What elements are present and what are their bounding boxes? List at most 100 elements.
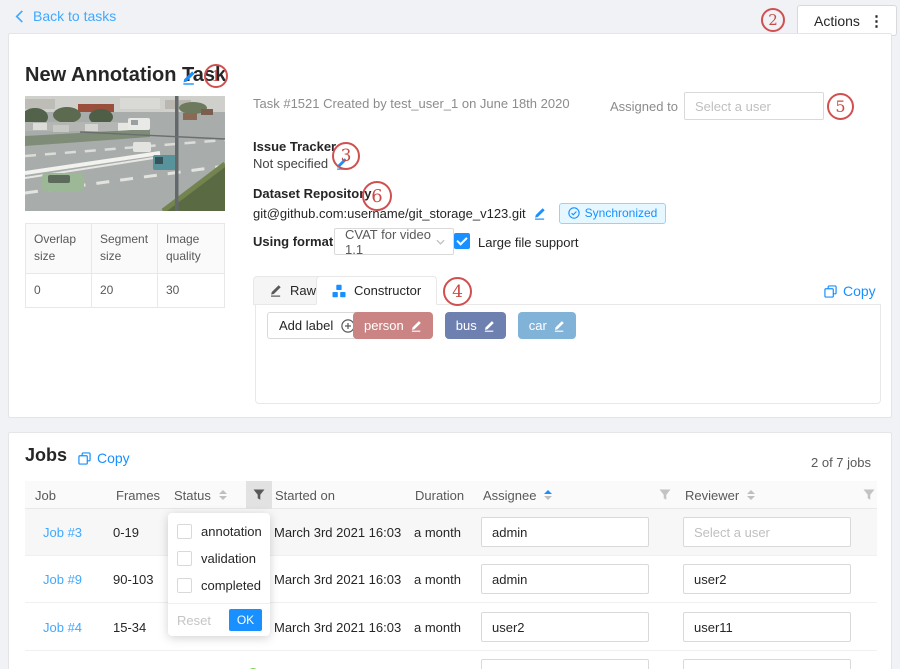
back-to-tasks-link[interactable]: Back to tasks <box>14 8 116 24</box>
filter-option-completed[interactable]: completed <box>168 572 270 599</box>
assigned-to-input[interactable] <box>684 92 824 120</box>
filter-option-label: completed <box>201 578 261 593</box>
dataset-repository-url: git@github.com:username/git_storage_v123… <box>253 206 526 221</box>
checkbox-unchecked[interactable] <box>177 551 192 566</box>
label-chip-person-text: person <box>364 318 404 333</box>
label-chip-bus[interactable]: bus <box>445 312 506 339</box>
jobs-card: Jobs Copy 2 of 7 jobs Job Frames Status … <box>8 432 892 669</box>
job-link[interactable]: Job #3 <box>43 509 82 556</box>
check-circle-icon <box>568 207 580 219</box>
assignee-input[interactable] <box>481 659 649 669</box>
assignee-input[interactable] <box>481 517 649 547</box>
reviewer-input[interactable] <box>683 612 851 642</box>
edit-label-icon[interactable] <box>553 320 565 332</box>
copy-labels-button[interactable]: Copy <box>824 283 876 299</box>
job-link[interactable]: Job #8 <box>43 651 82 669</box>
duration-cell: a month <box>414 604 461 651</box>
edit-label-icon[interactable] <box>410 320 422 332</box>
sync-status-text: Synchronized <box>585 206 658 220</box>
format-select-value: CVAT for video 1.1 <box>345 227 436 257</box>
task-preview-image <box>25 96 225 211</box>
edit-repository-icon[interactable] <box>533 207 546 220</box>
large-file-checkbox[interactable] <box>454 233 470 249</box>
kebab-menu-icon: ⋮ <box>869 12 884 30</box>
label-chip-bus-text: bus <box>456 318 477 333</box>
label-chip-person[interactable]: person <box>353 312 433 339</box>
edit-task-name-icon[interactable] <box>181 70 196 85</box>
frames-cell: 0-19 <box>113 509 139 556</box>
jobs-count: 2 of 7 jobs <box>811 455 871 470</box>
sort-icon <box>747 490 755 500</box>
table-row-job8: Job #8 75-94 completed March 3rd 2021 16… <box>25 651 877 669</box>
filter-reset-button[interactable]: Reset <box>177 613 211 628</box>
label-chip-car-text: car <box>529 318 547 333</box>
column-frames: Frames <box>116 481 160 509</box>
assigned-to-label: Assigned to <box>610 99 678 114</box>
filter-option-annotation[interactable]: annotation <box>168 518 270 545</box>
actions-button[interactable]: Actions ⋮ <box>797 5 897 36</box>
label-chip-car[interactable]: car <box>518 312 576 339</box>
edit-label-icon[interactable] <box>483 320 495 332</box>
frames-cell: 15-34 <box>113 604 146 651</box>
sort-icon-active <box>544 490 552 500</box>
copy-jobs-label: Copy <box>97 450 130 466</box>
started-cell: March 3rd 2021 16:03 <box>274 556 401 603</box>
annotation-marker-4: 4 <box>443 277 472 306</box>
reviewer-filter-icon[interactable] <box>863 481 875 509</box>
assignee-filter-icon[interactable] <box>659 481 671 509</box>
label-chips: person bus car <box>353 312 576 339</box>
reviewer-input[interactable] <box>683 659 851 669</box>
checkbox-unchecked[interactable] <box>177 524 192 539</box>
filter-ok-button[interactable]: OK <box>229 609 262 631</box>
started-cell: March 3rd 2021 16:03 <box>274 509 401 556</box>
large-file-label: Large file support <box>478 235 578 250</box>
tab-constructor-label: Constructor <box>354 283 421 298</box>
started-cell: March 3rd 2021 16:03 <box>274 651 401 669</box>
duration-cell: a month <box>414 556 461 603</box>
reviewer-input[interactable] <box>683 517 851 547</box>
chevron-down-icon <box>436 239 445 245</box>
frames-cell: 75-94 <box>113 651 146 669</box>
duration-cell: a month <box>414 509 461 556</box>
column-status[interactable]: Status <box>174 481 227 509</box>
labels-constructor-box: Add label person bus <box>255 304 881 404</box>
cvat-task-page: Back to tasks Actions ⋮ New Annotation T… <box>0 0 900 669</box>
param-value-segment: 20 <box>92 274 158 308</box>
column-assignee[interactable]: Assignee <box>483 481 552 509</box>
tab-raw-label: Raw <box>290 283 316 298</box>
issue-tracker-value: Not specified <box>253 156 328 171</box>
jobs-title: Jobs <box>25 445 67 466</box>
table-row-job3: Job #3 0-19 March 3rd 2021 16:03 a month <box>25 509 877 556</box>
filter-option-validation[interactable]: validation <box>168 545 270 572</box>
copy-jobs-button[interactable]: Copy <box>78 450 130 466</box>
filter-option-label: annotation <box>201 524 262 539</box>
annotation-marker-3: 3 <box>332 142 360 170</box>
assignee-input[interactable] <box>481 612 649 642</box>
table-row-job4: Job #4 15-34 March 3rd 2021 16:03 a mont… <box>25 604 877 651</box>
assignee-input[interactable] <box>481 564 649 594</box>
checkbox-unchecked[interactable] <box>177 578 192 593</box>
issue-tracker-label: Issue Tracker <box>253 139 336 154</box>
format-select[interactable]: CVAT for video 1.1 <box>334 228 454 255</box>
copy-icon <box>824 285 837 298</box>
job-link[interactable]: Job #4 <box>43 604 82 651</box>
tab-constructor[interactable]: Constructor <box>316 276 437 305</box>
sync-status-badge: Synchronized <box>559 203 667 224</box>
copy-labels-label: Copy <box>843 283 876 299</box>
annotation-marker-6: 6 <box>362 181 392 211</box>
column-reviewer[interactable]: Reviewer <box>685 481 755 509</box>
annotation-marker-5: 5 <box>827 93 854 120</box>
status-filter-dropdown: annotation validation completed Reset OK <box>168 513 270 636</box>
using-format-label: Using format: <box>253 234 338 249</box>
annotation-marker-2: 2 <box>761 8 785 32</box>
back-link-label: Back to tasks <box>33 8 116 24</box>
table-row-job9: Job #9 90-103 March 3rd 2021 16:03 a mon… <box>25 556 877 603</box>
task-meta: Task #1521 Created by test_user_1 on Jun… <box>253 96 570 111</box>
reviewer-input[interactable] <box>683 564 851 594</box>
param-value-overlap: 0 <box>26 274 92 308</box>
pencil-icon <box>269 284 282 297</box>
jobs-table-header: Job Frames Status Started on Duration As… <box>25 481 877 509</box>
task-details-card: New Annotation Task <box>8 33 892 418</box>
job-link[interactable]: Job #9 <box>43 556 82 603</box>
status-filter-icon[interactable] <box>246 481 272 509</box>
